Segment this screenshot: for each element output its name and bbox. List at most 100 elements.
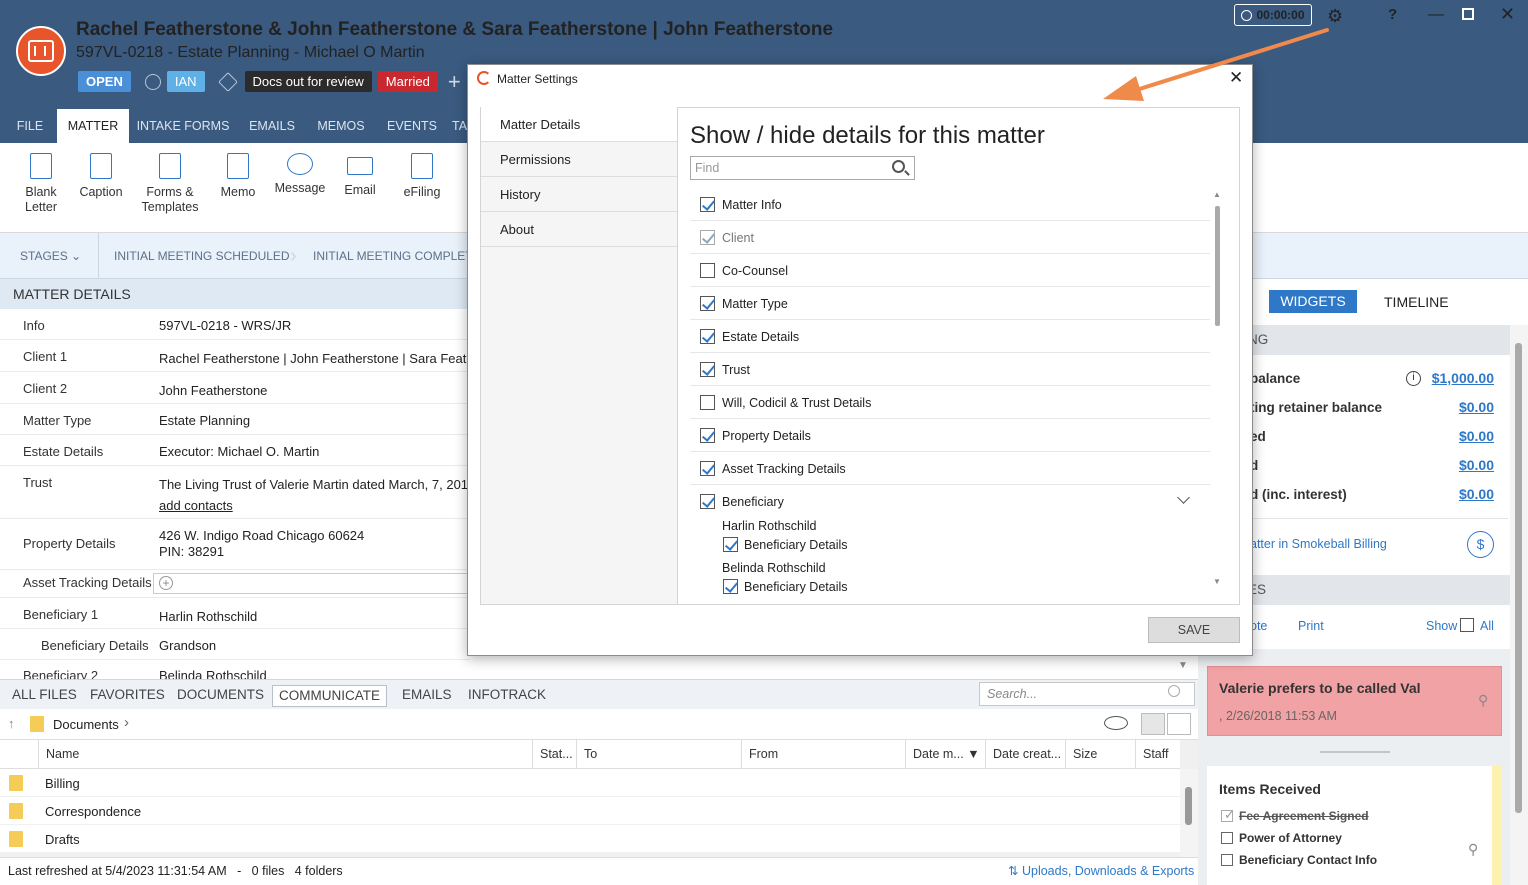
option-row[interactable]: Matter Type [690,287,1210,320]
chevron-right-icon[interactable]: › [124,714,129,731]
tab-events[interactable]: EVENTS [381,109,443,143]
smokeball-billing-link[interactable]: atter in Smokeball Billing [1250,537,1387,551]
dialog-scrollbar[interactable] [1210,189,1226,592]
detail-row[interactable]: Client 2 John Featherstone [0,372,470,404]
option-row[interactable]: Property Details [690,419,1210,452]
dollar-icon[interactable]: $ [1467,531,1494,558]
col-from[interactable]: From [741,740,905,769]
breadcrumb[interactable]: Documents [53,717,119,732]
checkbox-asset-tracking[interactable] [700,461,715,476]
show-all-checkbox[interactable] [1460,618,1474,632]
list-view-button[interactable] [1167,713,1191,735]
scroll-down-icon[interactable]: ▼ [1178,660,1198,678]
stage-initial-meeting-scheduled[interactable]: INITIAL MEETING SCHEDULED [114,233,290,279]
col-staff[interactable]: Staff [1135,740,1180,769]
option-row[interactable]: Matter Info [690,188,1210,221]
tab-matter[interactable]: MATTER [57,109,129,143]
detail-row[interactable]: Asset Tracking Details + [0,570,470,598]
folder-view-button[interactable] [1141,713,1165,735]
col-size[interactable]: Size [1065,740,1135,769]
staff-badge[interactable]: IAN [166,71,205,92]
tag-married[interactable]: Married [377,71,438,92]
option-row[interactable]: Co-Counsel [690,254,1210,287]
option-row[interactable]: Will, Codicil & Trust Details [690,386,1210,419]
nav-about[interactable]: About [481,212,677,247]
scroll-down-icon[interactable]: ▼ [1213,577,1221,586]
status-badge-open[interactable]: OPEN [78,71,131,92]
item-checkbox-checked[interactable]: ✓ [1221,807,1235,822]
detail-row[interactable]: Beneficiary Details Grandson [0,629,470,660]
tab-intake-forms[interactable]: INTAKE FORMS [134,109,232,143]
detail-row[interactable]: Client 1 Rachel Featherstone | John Feath… [0,340,470,372]
col-date-modified[interactable]: Date m... ▼ [905,740,985,769]
caption-button[interactable]: Caption [69,151,133,200]
tab-emails[interactable]: EMAILS [242,109,302,143]
detail-row[interactable]: Property Details 426 W. Indigo Road Chica… [0,519,470,570]
col-status[interactable]: Stat... [532,740,576,769]
stage-initial-meeting-complete[interactable]: INITIAL MEETING COMPLETE [313,233,481,279]
nav-history[interactable]: History [481,177,677,212]
col-to[interactable]: To [576,740,741,769]
billing-value-link[interactable]: $0.00 [1400,457,1494,473]
message-button[interactable]: Message [268,151,332,196]
tab-file[interactable]: FILE [8,109,52,143]
detail-row[interactable]: Beneficiary 1 Harlin Rothschild [0,598,470,629]
gear-icon[interactable]: ⚙ [1327,6,1343,27]
right-panel-scrollbar[interactable] [1510,325,1528,885]
blank-letter-button[interactable]: Blank Letter [9,151,73,215]
col-date-created[interactable]: Date creat... [985,740,1065,769]
print-link[interactable]: Print [1298,619,1324,633]
detail-row[interactable]: Trust The Living Trust of Valerie Martin … [0,466,470,519]
eye-icon[interactable] [1104,716,1128,730]
tab-infotrack[interactable]: INFOTRACK [462,685,552,707]
checkbox-beneficiary[interactable] [700,494,715,509]
stages-dropdown[interactable]: STAGES ⌄ [20,233,81,279]
billing-value-link[interactable]: $0.00 [1400,486,1494,502]
scroll-up-icon[interactable]: ▲ [1213,190,1221,199]
table-row[interactable]: Billing [0,769,1180,797]
checkbox-beneficiary-details[interactable] [723,579,738,594]
timer-button[interactable]: 00:00:00 [1234,4,1312,26]
detail-row[interactable]: Estate Details Executor: Michael O. Marti… [0,435,470,466]
asset-tracking-field[interactable]: + [153,573,470,594]
checkbox-matter-type[interactable] [700,296,715,311]
option-row[interactable]: Estate Details [690,320,1210,353]
tab-widgets[interactable]: WIDGETS [1269,290,1357,313]
tab-timeline[interactable]: TIMELINE [1384,294,1449,310]
file-scrollbar[interactable] [1180,769,1198,857]
option-row-beneficiary[interactable]: Beneficiary Harlin Rothschild Beneficiar… [690,485,1210,594]
tab-tasks[interactable]: TA [452,109,468,143]
tab-favorites[interactable]: FAVORITES [84,685,171,707]
billing-value-link[interactable]: $1,000.00 [1400,370,1494,386]
file-search-input[interactable]: Search... [979,682,1195,706]
pin-icon[interactable]: ⚲ [1468,841,1478,858]
pin-icon[interactable]: ⚲ [1478,692,1488,709]
checkbox-will-codicil[interactable] [700,395,715,410]
nav-permissions[interactable]: Permissions [481,142,677,177]
checkbox-beneficiary-details[interactable] [723,537,738,552]
checkbox-trust[interactable] [700,362,715,377]
efiling-button[interactable]: eFiling [390,151,454,200]
table-row[interactable]: Drafts [0,825,1180,853]
email-button[interactable]: Email [328,151,392,198]
search-icon[interactable] [1168,685,1180,697]
checkbox-matter-info[interactable] [700,197,715,212]
nav-matter-details[interactable]: Matter Details [481,107,677,142]
help-icon[interactable]: ? [1388,6,1397,23]
note-card[interactable] [1207,666,1502,736]
add-tag-icon[interactable]: + [448,71,461,93]
checkbox-co-counsel[interactable] [700,263,715,278]
col-name[interactable]: Name [38,740,532,769]
checkbox-estate-details[interactable] [700,329,715,344]
tab-memos[interactable]: MEMOS [310,109,372,143]
billing-value-link[interactable]: $0.00 [1400,399,1494,415]
drag-handle[interactable] [1320,751,1390,753]
item-checkbox[interactable] [1221,832,1233,844]
detail-row[interactable]: Matter Type Estate Planning [0,404,470,435]
option-row[interactable]: Trust [690,353,1210,386]
add-icon[interactable]: + [159,576,173,590]
close-icon[interactable]: ✕ [1229,68,1243,88]
forms-templates-button[interactable]: Forms & Templates [138,151,202,215]
tag-docs-out[interactable]: Docs out for review [244,71,372,92]
save-button[interactable]: SAVE [1148,617,1240,643]
